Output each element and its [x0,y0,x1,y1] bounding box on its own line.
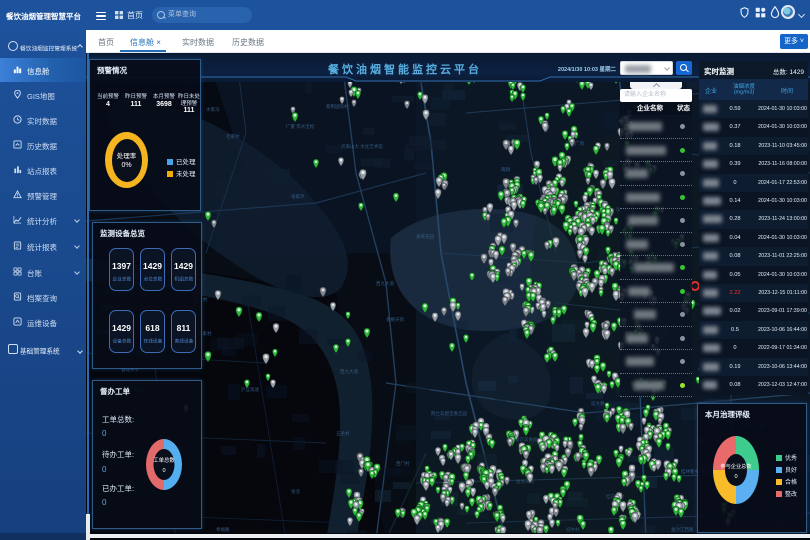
svg-text:南翔: 南翔 [501,166,510,173]
svg-text:关珠花园: 关珠花园 [416,233,434,240]
svg-text:广厦 市水宝松: 广厦 市水宝松 [286,123,315,130]
svg-text:西九大道: 西九大道 [376,280,394,287]
svg-text:延大巷: 延大巷 [591,400,605,407]
svg-text:0: 0 [734,474,737,480]
svg-text:张泾: 张泾 [291,488,300,495]
svg-text:西门村: 西门村 [396,460,410,467]
svg-text:奉福路: 奉福路 [216,526,230,533]
svg-text:0: 0 [162,468,165,474]
svg-text:紫荆国际村: 紫荆国际村 [326,103,349,110]
svg-text:毛家村: 毛家村 [226,133,240,139]
svg-text:工单总数: 工单总数 [153,456,175,464]
svg-text:西九大道: 西九大道 [340,368,358,375]
svg-text:荆兰岛郡宝香丘园: 荆兰岛郡宝香丘园 [431,410,467,417]
svg-text:参与企业总数: 参与企业总数 [720,462,752,470]
svg-text:香榭天街: 香榭天街 [386,316,404,323]
svg-text:水家沟: 水家沟 [206,106,220,113]
svg-text:五毛村: 五毛村 [336,430,350,436]
svg-text:张家浜: 张家浜 [291,193,305,200]
svg-text:武夷山大 文化艺术馆: 武夷山大 文化艺术馆 [341,143,383,150]
svg-text:沪宜高速: 沪宜高速 [241,386,259,393]
svg-text:金沙江西路: 金沙江西路 [671,526,694,533]
